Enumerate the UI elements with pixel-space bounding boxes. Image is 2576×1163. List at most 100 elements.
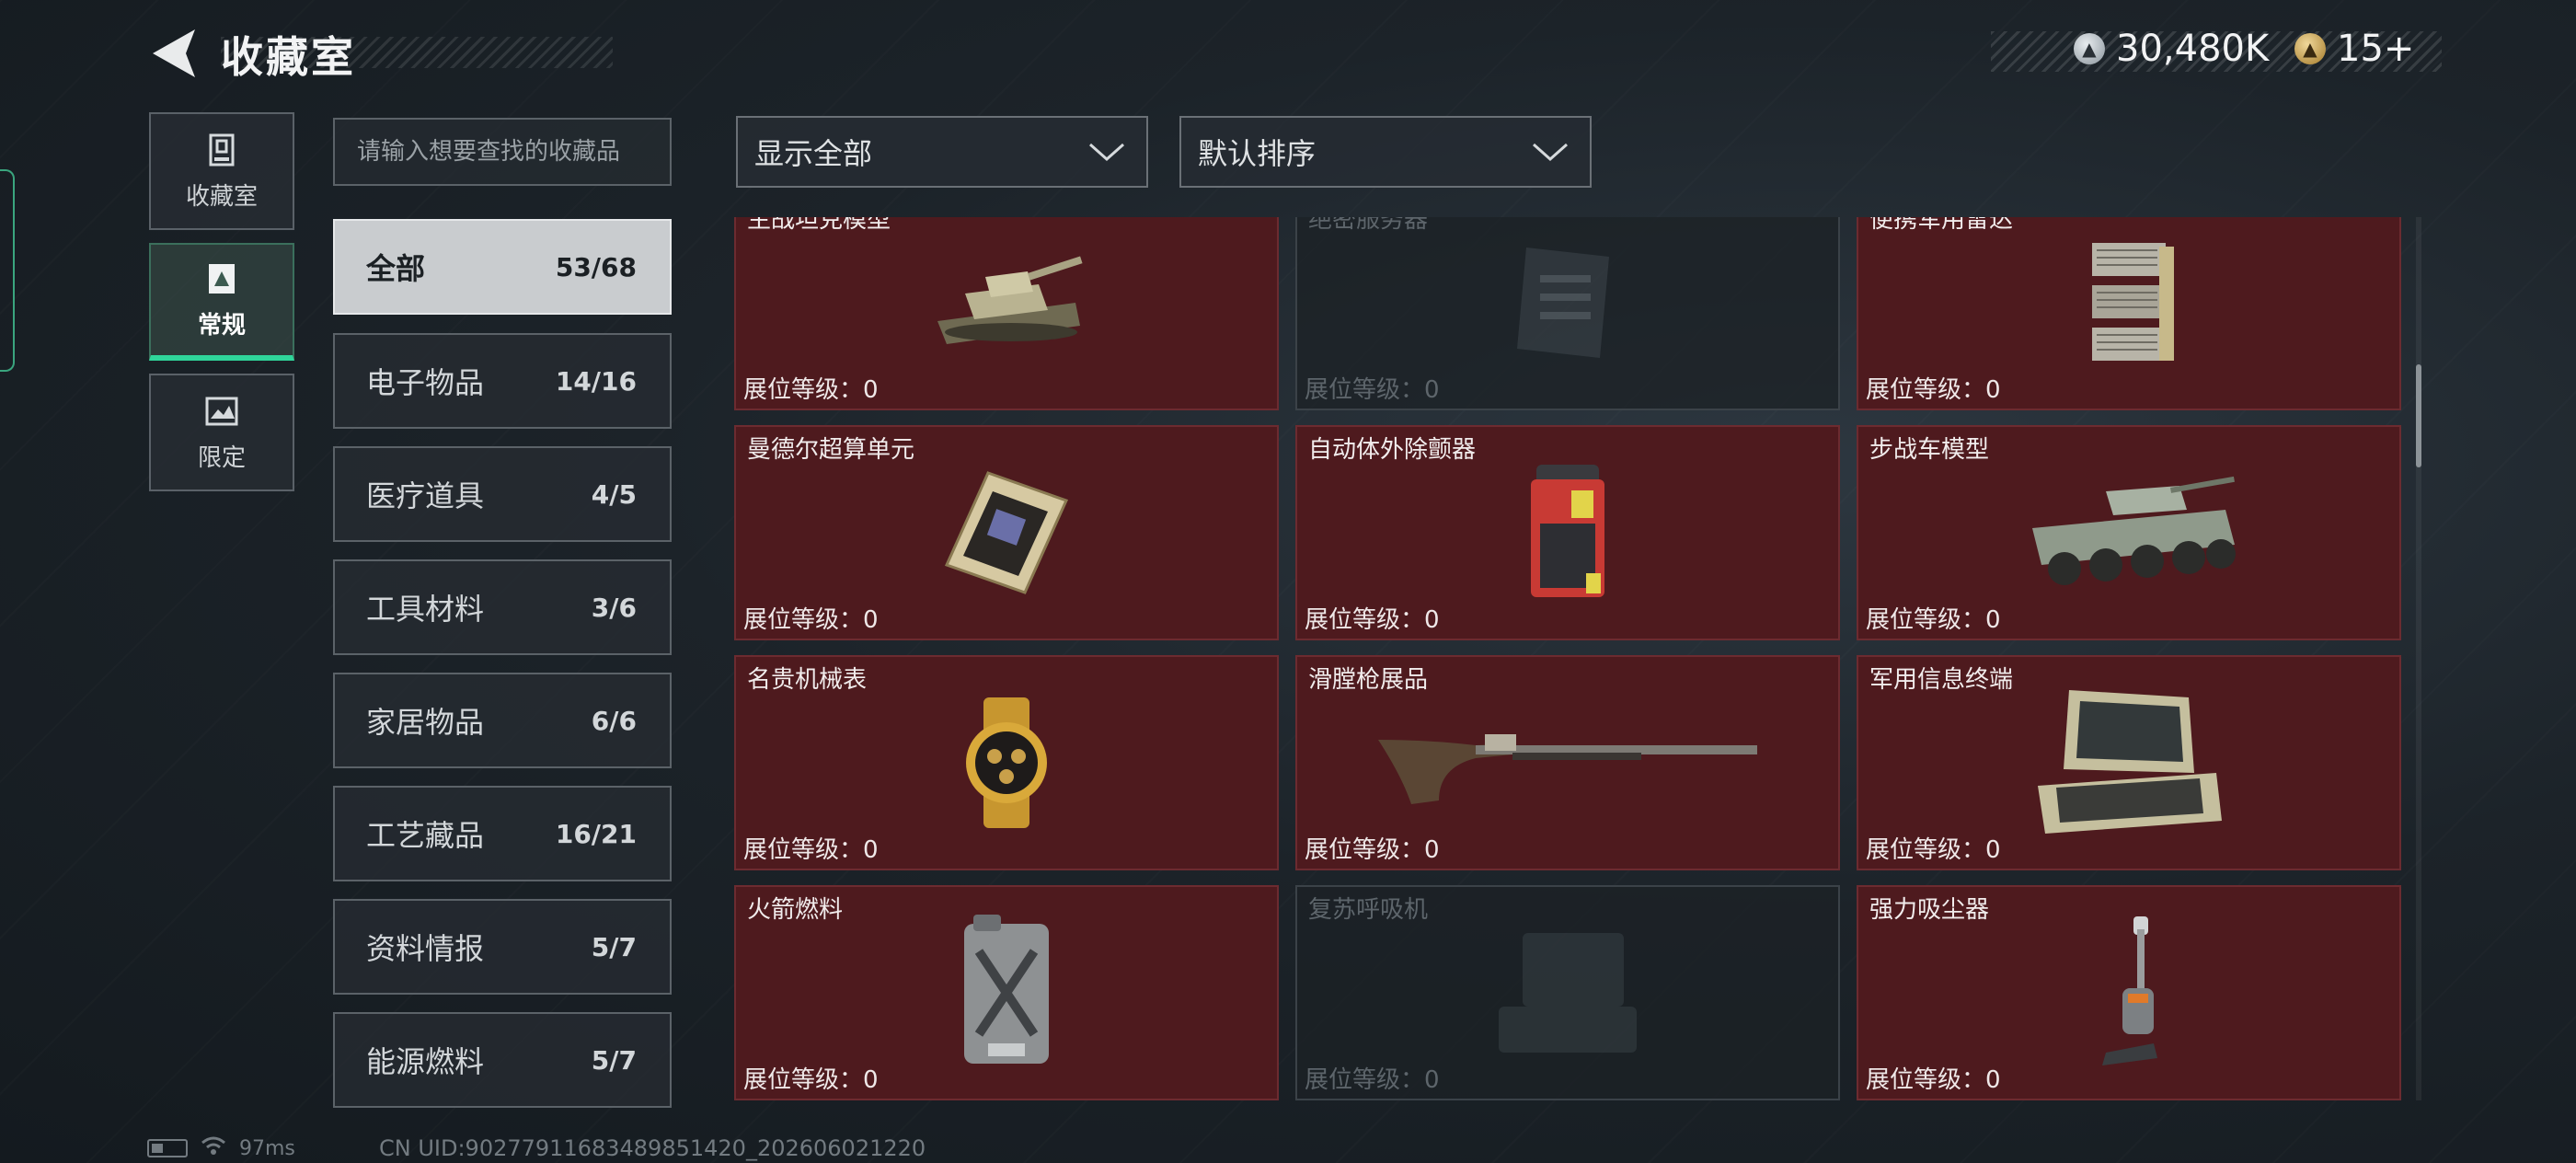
item-card-musket[interactable]: 滑膛枪展品 展位等级：0 bbox=[1295, 655, 1840, 870]
item-level: 展位等级：0 bbox=[743, 376, 879, 404]
collection-grid[interactable]: 主战坦克模型 展位等级：0 绝密服务器 展位等级：0 便携军用雷达 展位等级：0… bbox=[734, 217, 2401, 1100]
category-name: 工具材料 bbox=[366, 592, 485, 627]
category-name: 医疗道具 bbox=[366, 478, 485, 513]
item-card-supercomputer[interactable]: 曼德尔超算单元 展位等级：0 bbox=[734, 425, 1279, 640]
side-tab-regular[interactable]: 常规 bbox=[149, 243, 294, 361]
silver-coin-icon: ▲ bbox=[2074, 33, 2105, 64]
grid-scrollbar[interactable] bbox=[2416, 217, 2421, 1100]
status-footer: 97ms bbox=[147, 1135, 295, 1161]
vacuum-cleaner-icon bbox=[2087, 915, 2170, 1071]
regular-card-icon bbox=[209, 263, 235, 294]
item-level: 展位等级：0 bbox=[743, 1066, 879, 1094]
silver-currency[interactable]: ▲ 30,480K bbox=[2074, 28, 2269, 70]
scrollbar-thumb[interactable] bbox=[2416, 364, 2421, 467]
sort-dropdown[interactable]: 默认排序 bbox=[1179, 116, 1592, 188]
item-card-radar[interactable]: 便携军用雷达 展位等级：0 bbox=[1857, 217, 2401, 410]
tank-model-icon bbox=[928, 248, 1085, 358]
item-level: 展位等级：0 bbox=[1866, 376, 2001, 404]
item-level: 展位等级：0 bbox=[1866, 1066, 2001, 1094]
item-name: 滑膛枪展品 bbox=[1308, 666, 1429, 694]
edge-indicator bbox=[0, 169, 15, 372]
item-name: 主战坦克模型 bbox=[747, 217, 891, 234]
item-card-server[interactable]: 绝密服务器 展位等级：0 bbox=[1295, 217, 1840, 410]
limited-image-icon bbox=[205, 397, 238, 425]
ping-value: 97ms bbox=[239, 1136, 295, 1160]
item-name: 便携军用雷达 bbox=[1869, 217, 2014, 234]
category-count: 5/7 bbox=[591, 1044, 637, 1076]
category-count: 5/7 bbox=[591, 931, 637, 962]
item-name: 复苏呼吸机 bbox=[1308, 896, 1429, 924]
category-count: 14/16 bbox=[555, 365, 637, 397]
category-name: 工艺藏品 bbox=[366, 818, 485, 853]
item-level: 展位等级：0 bbox=[1305, 836, 1440, 864]
item-name: 曼德尔超算单元 bbox=[747, 436, 915, 464]
gold-coin-icon: ▲ bbox=[2294, 33, 2326, 64]
dropdown-value: 默认排序 bbox=[1198, 136, 1317, 171]
back-arrow-icon bbox=[153, 29, 195, 77]
supercomputer-unit-icon bbox=[937, 464, 1075, 602]
item-level: 展位等级：0 bbox=[1305, 1066, 1440, 1094]
category-all[interactable]: 全部 53/68 bbox=[333, 219, 672, 315]
item-name: 绝密服务器 bbox=[1308, 217, 1429, 234]
category-electronics[interactable]: 电子物品 14/16 bbox=[333, 333, 672, 429]
category-count: 4/5 bbox=[591, 478, 637, 510]
defibrillator-icon bbox=[1522, 459, 1614, 606]
uid-text: CN UID:90277911683489851420_202606021220 bbox=[379, 1135, 926, 1161]
item-level: 展位等级：0 bbox=[1305, 376, 1440, 404]
category-medical[interactable]: 医疗道具 4/5 bbox=[333, 446, 672, 542]
search-input[interactable] bbox=[333, 118, 672, 186]
chevron-down-icon bbox=[1533, 143, 1568, 162]
category-name: 资料情报 bbox=[366, 931, 485, 966]
page-title: 收藏室 bbox=[221, 32, 356, 82]
item-card-watch[interactable]: 名贵机械表 展位等级：0 bbox=[734, 655, 1279, 870]
side-tab-collection-room[interactable]: 收藏室 bbox=[149, 112, 294, 230]
mechanical-watch-icon bbox=[947, 694, 1066, 832]
category-name: 全部 bbox=[366, 251, 426, 286]
item-name: 名贵机械表 bbox=[747, 666, 868, 694]
item-card-tank[interactable]: 主战坦克模型 展位等级：0 bbox=[734, 217, 1279, 410]
side-tab-label: 限定 bbox=[197, 443, 246, 472]
musket-icon bbox=[1374, 712, 1761, 813]
category-tools[interactable]: 工具材料 3/6 bbox=[333, 559, 672, 655]
item-card-vacuum[interactable]: 强力吸尘器 展位等级：0 bbox=[1857, 885, 2401, 1100]
category-count: 53/68 bbox=[555, 251, 637, 282]
category-household[interactable]: 家居物品 6/6 bbox=[333, 673, 672, 768]
item-level: 展位等级：0 bbox=[743, 836, 879, 864]
wifi-icon bbox=[201, 1135, 226, 1161]
category-name: 家居物品 bbox=[366, 705, 485, 740]
portable-radar-icon bbox=[2078, 234, 2179, 372]
item-name: 自动体外除颤器 bbox=[1308, 436, 1477, 464]
back-button[interactable] bbox=[147, 26, 199, 81]
item-name: 火箭燃料 bbox=[747, 896, 844, 924]
ifv-model-icon bbox=[2014, 473, 2244, 593]
rocket-fuel-icon bbox=[951, 915, 1062, 1071]
category-intel[interactable]: 资料情报 5/7 bbox=[333, 899, 672, 995]
chevron-down-icon bbox=[1089, 143, 1124, 162]
side-tab-label: 收藏室 bbox=[185, 182, 258, 211]
info-terminal-icon bbox=[2032, 685, 2225, 841]
category-energy[interactable]: 能源燃料 5/7 bbox=[333, 1012, 672, 1108]
collection-room-icon bbox=[209, 133, 235, 166]
category-count: 16/21 bbox=[555, 818, 637, 849]
display-filter-dropdown[interactable]: 显示全部 bbox=[736, 116, 1148, 188]
category-name: 能源燃料 bbox=[366, 1044, 485, 1079]
item-card-ifv[interactable]: 步战车模型 展位等级：0 bbox=[1857, 425, 2401, 640]
item-card-defibrillator[interactable]: 自动体外除颤器 展位等级：0 bbox=[1295, 425, 1840, 640]
item-level: 展位等级：0 bbox=[1305, 606, 1440, 634]
gold-currency[interactable]: ▲ 15+ bbox=[2294, 28, 2414, 70]
item-level: 展位等级：0 bbox=[1866, 606, 2001, 634]
server-icon bbox=[1508, 238, 1627, 367]
category-name: 电子物品 bbox=[366, 365, 485, 400]
item-card-rocket-fuel[interactable]: 火箭燃料 展位等级：0 bbox=[734, 885, 1279, 1100]
item-level: 展位等级：0 bbox=[743, 606, 879, 634]
gold-amount: 15+ bbox=[2337, 28, 2415, 70]
item-card-terminal[interactable]: 军用信息终端 展位等级：0 bbox=[1857, 655, 2401, 870]
category-crafts[interactable]: 工艺藏品 16/21 bbox=[333, 786, 672, 881]
item-card-ventilator[interactable]: 复苏呼吸机 展位等级：0 bbox=[1295, 885, 1840, 1100]
side-tab-limited[interactable]: 限定 bbox=[149, 374, 294, 491]
item-name: 强力吸尘器 bbox=[1869, 896, 1990, 924]
item-name: 军用信息终端 bbox=[1869, 666, 2014, 694]
item-name: 步战车模型 bbox=[1869, 436, 1990, 464]
category-count: 6/6 bbox=[591, 705, 637, 736]
dropdown-value: 显示全部 bbox=[754, 136, 873, 171]
